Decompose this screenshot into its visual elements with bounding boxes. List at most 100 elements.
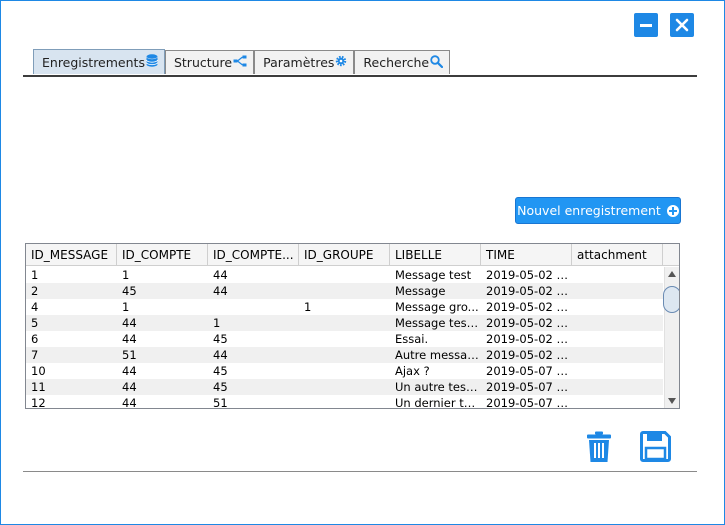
table-cell[interactable]: 44 (117, 395, 208, 408)
column-header[interactable]: ID_MESSAGE (26, 244, 117, 266)
table-cell[interactable]: Un autre test ... (390, 379, 481, 395)
save-button[interactable] (640, 431, 671, 465)
table-cell[interactable]: 44 (117, 363, 208, 379)
tab-divider (23, 75, 697, 77)
column-header[interactable]: ID_COMPTE (117, 244, 208, 266)
table-cell[interactable]: Message gro... (390, 299, 481, 315)
table-cell[interactable]: 5 (26, 315, 117, 331)
table-cell[interactable] (299, 347, 390, 363)
table-cell[interactable]: 2019-05-07 03... (481, 363, 572, 379)
table-cell[interactable] (299, 283, 390, 299)
app-window: Enregistrements Structure Paramètres Rec… (0, 0, 725, 525)
table-cell[interactable]: 6 (26, 331, 117, 347)
table-cell[interactable]: 45 (208, 331, 299, 347)
table-cell[interactable]: Message (390, 283, 481, 299)
close-button[interactable] (670, 13, 694, 37)
table-cell[interactable] (208, 299, 299, 315)
table-cell[interactable]: 2019-05-02 03... (481, 331, 572, 347)
table-cell[interactable]: 1 (208, 315, 299, 331)
table-row[interactable]: 104445 Ajax ?2019-05-07 03... (26, 363, 663, 379)
new-record-button[interactable]: Nouvel enregistrement (515, 197, 681, 224)
table-cell[interactable]: 44 (117, 379, 208, 395)
table-cell[interactable] (299, 267, 390, 283)
table-row[interactable]: 411Message gro...2019-05-02 03... (26, 299, 663, 315)
table-cell[interactable] (572, 347, 663, 363)
table-cell[interactable]: 44 (208, 283, 299, 299)
table-cell[interactable]: Message test.... (390, 315, 481, 331)
table-cell[interactable] (299, 363, 390, 379)
scroll-down-icon[interactable] (668, 398, 676, 404)
table-cell[interactable] (572, 315, 663, 331)
table-cell[interactable] (572, 363, 663, 379)
table-cell[interactable]: 11 (26, 379, 117, 395)
table-cell[interactable] (572, 267, 663, 283)
floppy-disk-icon (640, 431, 671, 462)
column-header[interactable]: ID_GROUPE (299, 244, 390, 266)
table-row[interactable]: 1144Message test2019-05-02 03... (26, 267, 663, 283)
share-nodes-icon (233, 55, 247, 70)
table-cell[interactable]: 45 (117, 283, 208, 299)
table-row[interactable]: 114445 Un autre test ...2019-05-07 03... (26, 379, 663, 395)
column-header[interactable]: ID_COMPTE... (208, 244, 299, 266)
table-cell[interactable]: 1 (299, 299, 390, 315)
table-cell[interactable]: 44 (208, 347, 299, 363)
column-header[interactable]: LIBELLE (390, 244, 481, 266)
table-cell[interactable]: 2019-05-07 03... (481, 379, 572, 395)
table-row[interactable]: 124451 Un dernier te...2019-05-07 03... (26, 395, 663, 408)
table-cell[interactable]: 2019-05-02 03... (481, 347, 572, 363)
table-cell[interactable]: 2019-05-02 03... (481, 299, 572, 315)
table-cell[interactable]: 44 (117, 315, 208, 331)
table-cell[interactable]: 4 (26, 299, 117, 315)
table-cell[interactable] (299, 331, 390, 347)
table-cell[interactable] (572, 395, 663, 408)
new-record-label: Nouvel enregistrement (517, 203, 661, 218)
table-cell[interactable]: 1 (117, 299, 208, 315)
table-cell[interactable]: 10 (26, 363, 117, 379)
table-cell[interactable]: 51 (208, 395, 299, 408)
table-cell[interactable]: 51 (117, 347, 208, 363)
table-cell[interactable]: Message test (390, 267, 481, 283)
table-cell[interactable]: 2019-05-02 03... (481, 267, 572, 283)
scroll-thumb[interactable] (663, 286, 679, 313)
table-cell[interactable]: 1 (26, 267, 117, 283)
table-cell[interactable] (299, 379, 390, 395)
table-cell[interactable] (572, 379, 663, 395)
tab-recherche[interactable]: Recherche (354, 50, 451, 74)
tab-parametres[interactable]: Paramètres (254, 50, 355, 74)
table-cell[interactable]: 2019-05-02 03... (481, 315, 572, 331)
table-row[interactable]: 5441 Message test....2019-05-02 03... (26, 315, 663, 331)
tab-enregistrements[interactable]: Enregistrements (33, 49, 165, 74)
table-cell[interactable]: Essai. (390, 331, 481, 347)
table-cell[interactable] (299, 315, 390, 331)
column-header[interactable]: attachment (572, 244, 663, 266)
tab-structure[interactable]: Structure (164, 50, 255, 74)
table-row[interactable]: 75144 Autre message2019-05-02 03... (26, 347, 663, 363)
table-cell[interactable]: 12 (26, 395, 117, 408)
table-cell[interactable]: 45 (208, 363, 299, 379)
tab-label: Structure (173, 55, 233, 70)
table-cell[interactable]: 2 (26, 283, 117, 299)
column-header[interactable]: TIME (481, 244, 572, 266)
table-cell[interactable]: Ajax ? (390, 363, 481, 379)
table-cell[interactable] (572, 283, 663, 299)
table-row[interactable]: 64445 Essai.2019-05-02 03... (26, 331, 663, 347)
table-cell[interactable] (572, 331, 663, 347)
minimize-button[interactable] (634, 13, 658, 37)
table-cell[interactable]: 45 (208, 379, 299, 395)
table-cell[interactable]: Un dernier te... (390, 395, 481, 408)
scroll-up-icon[interactable] (668, 271, 676, 277)
table-body: 1144Message test2019-05-02 03...24544Mes… (26, 267, 663, 408)
table-cell[interactable]: 44 (117, 331, 208, 347)
table-cell[interactable]: 1 (117, 267, 208, 283)
table-cell[interactable] (572, 299, 663, 315)
table-row[interactable]: 24544 Message2019-05-02 03... (26, 283, 663, 299)
table-cell[interactable]: 44 (208, 267, 299, 283)
table-cell[interactable]: Autre message (390, 347, 481, 363)
vertical-scrollbar[interactable] (663, 267, 679, 408)
table-cell[interactable]: 7 (26, 347, 117, 363)
table-cell[interactable] (299, 395, 390, 408)
table-cell[interactable]: 2019-05-07 03... (481, 395, 572, 408)
table-cell[interactable]: 2019-05-02 03... (481, 283, 572, 299)
tab-label: Paramètres (263, 55, 335, 70)
delete-button[interactable] (586, 431, 612, 466)
